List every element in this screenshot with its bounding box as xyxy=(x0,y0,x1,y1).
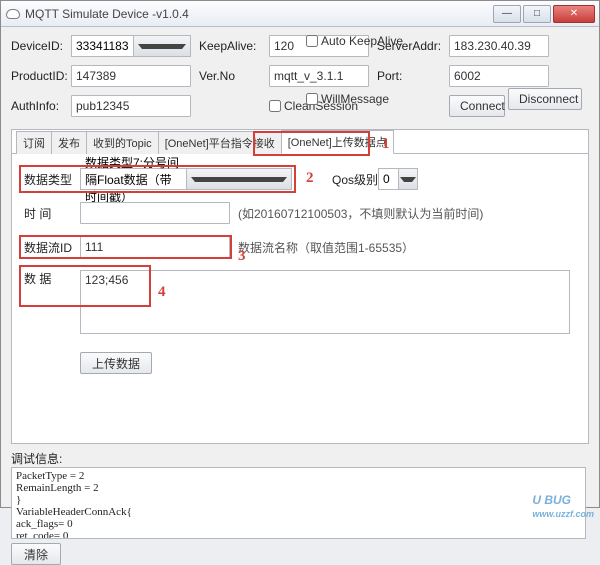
willmessage-label: WillMessage xyxy=(321,92,389,106)
minimize-button[interactable]: — xyxy=(493,5,521,23)
datatype-label: 数据类型 xyxy=(24,171,80,188)
time-hint: (如20160712100503，不填则默认为当前时间) xyxy=(238,205,483,222)
time-field[interactable] xyxy=(80,202,230,224)
watermark-sub: www.uzzf.com xyxy=(532,509,594,519)
debug-label: 调试信息: xyxy=(11,450,589,467)
data-label: 数 据 xyxy=(24,270,80,287)
maximize-button[interactable]: □ xyxy=(523,5,551,23)
connect-button[interactable]: Connect xyxy=(449,95,505,117)
tab-onenet-upload[interactable]: [OneNet]上传数据点 xyxy=(281,130,394,154)
tab-publish[interactable]: 发布 xyxy=(51,131,87,154)
debug-output[interactable]: PacketType = 2 RemainLength = 2 } Variab… xyxy=(11,467,586,539)
clear-button[interactable]: 清除 xyxy=(11,543,61,565)
datatype-value: 数据类型7:分号间隔Float数据（带时间戳） xyxy=(81,154,186,205)
close-button[interactable]: ✕ xyxy=(553,5,595,23)
streamid-label: 数据流ID xyxy=(24,239,80,256)
tabstrip: 订阅 发布 收到的Topic [OneNet]平台指令接收 [OneNet]上传… xyxy=(12,130,588,154)
debug-area: 调试信息: PacketType = 2 RemainLength = 2 } … xyxy=(11,450,589,565)
deviceid-field[interactable]: 33341183 xyxy=(71,35,191,57)
port-field[interactable] xyxy=(449,65,549,87)
app-window: MQTT Simulate Device -v1.0.4 — □ ✕ Devic… xyxy=(0,0,600,508)
deviceid-value: 33341183 xyxy=(72,39,133,53)
annotation-2: 2 xyxy=(306,170,314,187)
willmessage-checkbox[interactable]: WillMessage xyxy=(306,92,389,106)
autokeepalive-checkbox[interactable]: Auto KeepAlive xyxy=(306,34,403,48)
qos-value: 0 xyxy=(379,172,398,186)
deviceid-label: DeviceID: xyxy=(11,39,63,53)
chevron-down-icon[interactable] xyxy=(186,169,292,189)
titlebar: MQTT Simulate Device -v1.0.4 — □ ✕ xyxy=(1,1,599,27)
autokeepalive-label: Auto KeepAlive xyxy=(321,34,403,48)
productid-label: ProductID: xyxy=(11,69,63,83)
upload-panel: 数据类型 数据类型7:分号间隔Float数据（带时间戳） Qos级别 0 时 间… xyxy=(12,154,588,400)
app-icon xyxy=(5,6,21,22)
datatype-select[interactable]: 数据类型7:分号间隔Float数据（带时间戳） xyxy=(80,168,292,190)
chevron-down-icon[interactable] xyxy=(133,36,191,56)
serveraddr-field[interactable] xyxy=(449,35,549,57)
productid-field[interactable] xyxy=(71,65,191,87)
annotation-3: 3 xyxy=(238,248,246,265)
keepalive-label: KeepAlive: xyxy=(199,39,261,53)
disconnect-button[interactable]: Disconnect xyxy=(508,88,582,110)
window-title: MQTT Simulate Device -v1.0.4 xyxy=(25,7,493,21)
watermark: U BUG www.uzzf.com xyxy=(532,488,594,519)
tab-onenet-recv[interactable]: [OneNet]平台指令接收 xyxy=(158,131,282,154)
authinfo-field[interactable] xyxy=(71,95,191,117)
verno-label: Ver.No xyxy=(199,69,261,83)
data-field[interactable]: 123;456 xyxy=(80,270,570,334)
upload-button[interactable]: 上传数据 xyxy=(80,352,152,374)
port-label: Port: xyxy=(377,69,441,83)
annotation-1: 1 xyxy=(382,136,390,153)
watermark-text: U BUG xyxy=(532,493,571,507)
tabs-region: 订阅 发布 收到的Topic [OneNet]平台指令接收 [OneNet]上传… xyxy=(11,129,589,444)
annotation-4: 4 xyxy=(158,284,166,301)
authinfo-label: AuthInfo: xyxy=(11,99,63,113)
chevron-down-icon[interactable] xyxy=(398,169,418,189)
streamid-field[interactable] xyxy=(80,236,230,258)
qos-label: Qos级别 xyxy=(332,171,378,188)
qos-select[interactable]: 0 xyxy=(378,168,418,190)
tab-subscribe[interactable]: 订阅 xyxy=(16,131,52,154)
tab-received-topic[interactable]: 收到的Topic xyxy=(86,131,159,154)
streamid-hint: 数据流名称（取值范围1-65535） xyxy=(238,239,414,256)
verno-field[interactable] xyxy=(269,65,369,87)
time-label: 时 间 xyxy=(24,205,80,222)
